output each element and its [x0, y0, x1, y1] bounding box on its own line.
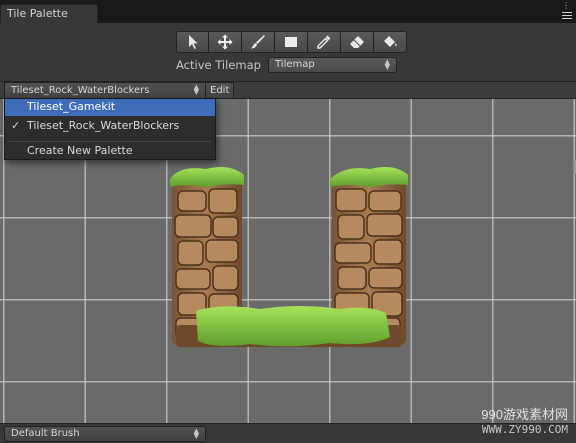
menu-lines-icon [562, 12, 572, 19]
paint-bucket-icon [384, 36, 397, 47]
menu-item-label: Create New Palette [27, 144, 133, 157]
checkmark-icon: ✓ [11, 119, 21, 132]
menu-separator [9, 141, 211, 142]
window-tab-bar: Tile Palette ⋮ [0, 0, 576, 23]
tool-strip [176, 31, 407, 53]
watermark-text: 990游戏素材网 [481, 407, 568, 422]
move-arrows-icon [217, 34, 233, 50]
toolbar: Active Tilemap Tilemap ▲ ▼ [0, 23, 576, 82]
edit-button-label: Edit [210, 85, 230, 96]
bottom-grass-platform [176, 306, 402, 347]
menu-item-label: Tileset_Gamekit [27, 100, 116, 113]
menu-item-tileset-gamekit[interactable]: Tileset_Gamekit [5, 99, 215, 116]
select-tool-button[interactable] [176, 31, 209, 53]
menu-item-create-new-palette[interactable]: Create New Palette [5, 143, 215, 160]
paint-tool-button[interactable] [242, 31, 275, 53]
eraser-icon [350, 36, 364, 48]
palette-dropdown-menu: Tileset_Gamekit ✓ Tileset_Rock_WaterBloc… [4, 98, 216, 160]
move-tool-button[interactable] [209, 31, 242, 53]
palette-dropdown[interactable]: Tileset_Rock_WaterBlockers ▲ ▼ [4, 82, 206, 99]
cursor-arrow-icon [188, 35, 197, 49]
menu-item-tileset-rock-waterblockers[interactable]: ✓ Tileset_Rock_WaterBlockers [5, 118, 215, 135]
active-tilemap-dropdown[interactable]: Tilemap ▲ ▼ [268, 57, 397, 73]
active-tilemap-value: Tilemap [275, 59, 315, 70]
tab-title: Tile Palette [7, 7, 68, 20]
edit-button[interactable]: Edit [206, 82, 234, 99]
palette-selected-label: Tileset_Rock_WaterBlockers [11, 85, 150, 96]
erase-tool-button[interactable] [341, 31, 374, 53]
brush-dropdown[interactable]: Default Brush ▲ ▼ [4, 426, 206, 442]
more-dots-icon: ⋮ [562, 1, 570, 10]
box-fill-tool-button[interactable] [275, 31, 308, 53]
active-tilemap-label: Active Tilemap [176, 58, 261, 72]
box-fill-icon [285, 37, 297, 47]
eyedropper-icon [317, 35, 331, 49]
updown-arrows-icon: ▲ ▼ [193, 427, 199, 440]
brush-value: Default Brush [11, 428, 80, 439]
window-menu-icon[interactable]: ⋮ [558, 2, 572, 20]
updown-arrows-icon: ▲ ▼ [193, 83, 199, 96]
picker-tool-button[interactable] [308, 31, 341, 53]
updown-arrows-icon: ▲ ▼ [384, 58, 390, 71]
tab-tile-palette[interactable]: Tile Palette [0, 4, 98, 23]
paintbrush-icon [251, 35, 265, 49]
watermark-url: WWW.ZY990.COM [481, 423, 568, 436]
menu-item-label: Tileset_Rock_WaterBlockers [27, 119, 180, 132]
flood-fill-tool-button[interactable] [374, 31, 407, 53]
palette-bar: Tileset_Rock_WaterBlockers ▲ ▼ Edit [0, 82, 576, 99]
